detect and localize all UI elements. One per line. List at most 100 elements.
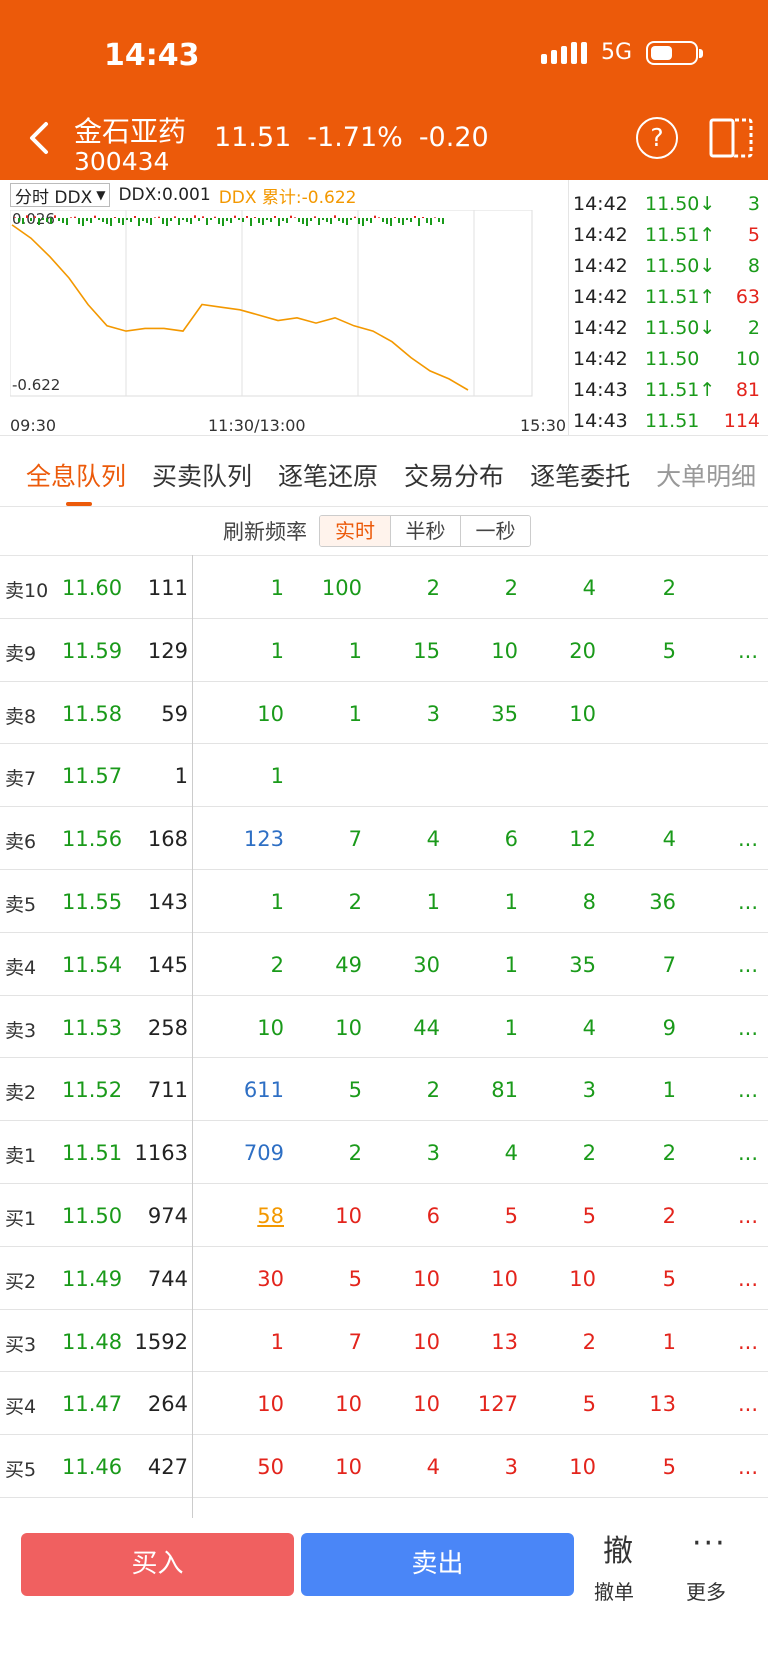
ddx-bar [362, 218, 364, 226]
ddx-bar [430, 218, 432, 225]
queue-order-cell: 10 [491, 638, 518, 663]
tab-bar: 全息队列 买卖队列 逐笔还原 交易分布 逐笔委托 大单明细 [0, 437, 768, 507]
tab-0[interactable]: 全息队列 [26, 437, 126, 506]
switch-layout-icon[interactable] [708, 117, 754, 159]
ddx-bar [306, 218, 308, 226]
queue-more-icon[interactable]: ... [738, 1141, 758, 1165]
queue-order-cell: 35 [491, 701, 518, 726]
queue-order-cell: 8 [582, 889, 596, 914]
queue-more-icon[interactable]: ... [738, 1204, 758, 1228]
more-button[interactable]: 更多 [686, 1576, 726, 1605]
queue-order-cell: 1 [348, 701, 362, 726]
stock-name: 金石亚药 [74, 115, 187, 148]
queue-order-cell: 50 [257, 1455, 284, 1480]
queue-row[interactable]: 卖9 11.59 129 1 1 15 10 20 5... [0, 619, 768, 682]
back-icon[interactable] [22, 118, 56, 158]
queue-level-label: 买5 [5, 1459, 37, 1482]
tab-2[interactable]: 逐笔还原 [278, 437, 378, 506]
tick-time: 14:42 [573, 223, 628, 246]
order-queue-table[interactable]: 卖10 11.60 111 1 100 2 2 4 2 卖9 11.59 129 1 1 15 10 20 5..… [0, 555, 768, 1515]
queue-row[interactable]: 卖8 11.58 59 10 1 3 35 10 [0, 682, 768, 745]
ddx-bar [74, 216, 76, 218]
queue-row[interactable]: 卖5 11.55 143 1 2 1 1 8 36... [0, 870, 768, 933]
ddx-bar [94, 215, 96, 218]
queue-row[interactable]: 买1 11.50 974 58 10 6 5 5 2... [0, 1184, 768, 1247]
queue-price: 11.59 [62, 638, 123, 663]
queue-total-volume: 264 [147, 1392, 188, 1417]
queue-order-cell: 4 [582, 576, 596, 600]
tab-1[interactable]: 买卖队列 [152, 437, 252, 506]
queue-level-label: 卖10 [5, 580, 49, 602]
refresh-option-1[interactable]: 半秒 [390, 516, 460, 546]
ddx-bar [26, 215, 28, 218]
queue-order-cell: 1 [270, 764, 284, 789]
queue-column-divider [192, 555, 193, 1521]
help-icon[interactable]: ? [636, 117, 678, 159]
queue-order-cell: 1 [662, 1329, 676, 1354]
queue-row[interactable]: 卖6 11.56 168 123 7 4 6 12 4... [0, 807, 768, 870]
queue-row[interactable]: 卖7 11.57 1 1 [0, 744, 768, 808]
tick-volume: 2 [747, 316, 760, 339]
queue-order-cell: 36 [649, 889, 676, 914]
queue-order-cell: 127 [477, 1392, 518, 1417]
queue-row[interactable]: 卖3 11.53 258 10 10 44 1 4 9... [0, 996, 768, 1059]
queue-row[interactable]: 卖1 11.51 1163 709 2 3 4 2 2... [0, 1121, 768, 1184]
queue-more-icon[interactable]: ... [738, 1016, 758, 1040]
queue-more-icon[interactable]: ... [738, 827, 758, 851]
queue-total-volume: 1592 [134, 1329, 188, 1354]
queue-more-icon[interactable]: ... [738, 639, 758, 663]
queue-more-icon[interactable]: ... [738, 890, 758, 914]
ddx-bar [298, 218, 300, 222]
queue-more-icon[interactable]: ... [738, 1267, 758, 1291]
queue-total-volume: 143 [147, 889, 188, 914]
queue-row[interactable]: 卖10 11.60 111 1 100 2 2 4 2 [0, 556, 768, 619]
queue-row[interactable]: 买3 11.48 1592 1 7 10 13 2 1... [0, 1310, 768, 1373]
stock-code: 300434 [74, 147, 170, 176]
queue-order-cell: 5 [662, 1266, 676, 1291]
more-icon[interactable]: ··· [692, 1526, 727, 1561]
queue-row[interactable]: 卖2 11.52 711 611 5 2 81 3 1... [0, 1058, 768, 1122]
queue-order-cell: 81 [491, 1078, 518, 1103]
queue-row[interactable]: 买4 11.47 264 10 10 10 127 5 13... [0, 1372, 768, 1436]
queue-order-cell: 5 [582, 1203, 596, 1228]
queue-order-cell: 10 [413, 1266, 440, 1291]
refresh-option-2[interactable]: 一秒 [460, 516, 530, 546]
ddx-bar [270, 218, 272, 222]
cancel-order-button[interactable]: 撤单 [594, 1576, 634, 1605]
queue-order-cell[interactable]: 58 [224, 1204, 284, 1228]
ddx-bar [214, 216, 216, 218]
queue-order-cell: 10 [257, 1392, 284, 1417]
y-bottom-label: -0.622 [12, 376, 60, 394]
ddx-bar [410, 218, 412, 222]
queue-price: 11.50 [62, 1203, 123, 1228]
queue-more-icon[interactable]: ... [738, 1392, 758, 1416]
queue-more-icon[interactable]: ... [738, 1455, 758, 1479]
queue-total-volume: 1163 [134, 1141, 188, 1166]
tab-4[interactable]: 逐笔委托 [530, 437, 630, 506]
tick-list[interactable]: 14:42 11.50↓ 3 14:42 11.51↑ 5 14:42 11.50↓ 8 14:4… [568, 180, 768, 436]
ddx-bar [98, 218, 100, 220]
queue-more-icon[interactable]: ... [738, 953, 758, 977]
ddx-bar [354, 216, 356, 218]
refresh-option-0[interactable]: 实时 [320, 516, 390, 546]
sell-button[interactable]: 卖出 [301, 1533, 574, 1596]
queue-more-icon[interactable]: ... [738, 1330, 758, 1354]
tab-5[interactable]: 大单明细 [656, 437, 756, 506]
queue-order-cell: 7 [348, 1329, 362, 1354]
ddx-bar [158, 216, 160, 218]
queue-row[interactable]: 买5 11.46 427 50 10 4 3 10 5... [0, 1435, 768, 1498]
tab-3[interactable]: 交易分布 [404, 437, 504, 506]
queue-more-icon[interactable]: ... [738, 1078, 758, 1102]
ddx-bar [130, 218, 132, 222]
buy-button[interactable]: 买入 [21, 1533, 294, 1596]
ddx-bar [374, 215, 376, 218]
queue-order-cell: 611 [243, 1078, 284, 1103]
queue-total-volume: 129 [147, 638, 188, 663]
queue-row[interactable]: 卖4 11.54 145 2 49 30 1 35 7... [0, 933, 768, 996]
cancel-order-icon[interactable]: 撤 [598, 1526, 638, 1570]
queue-row[interactable]: 买2 11.49 744 30 5 10 10 10 5... [0, 1247, 768, 1310]
ddx-bar [142, 218, 144, 221]
ddx-selector[interactable]: 分时 DDX ▼ [10, 183, 111, 208]
ddx-bar [90, 218, 92, 223]
ddx-bar [138, 218, 140, 226]
